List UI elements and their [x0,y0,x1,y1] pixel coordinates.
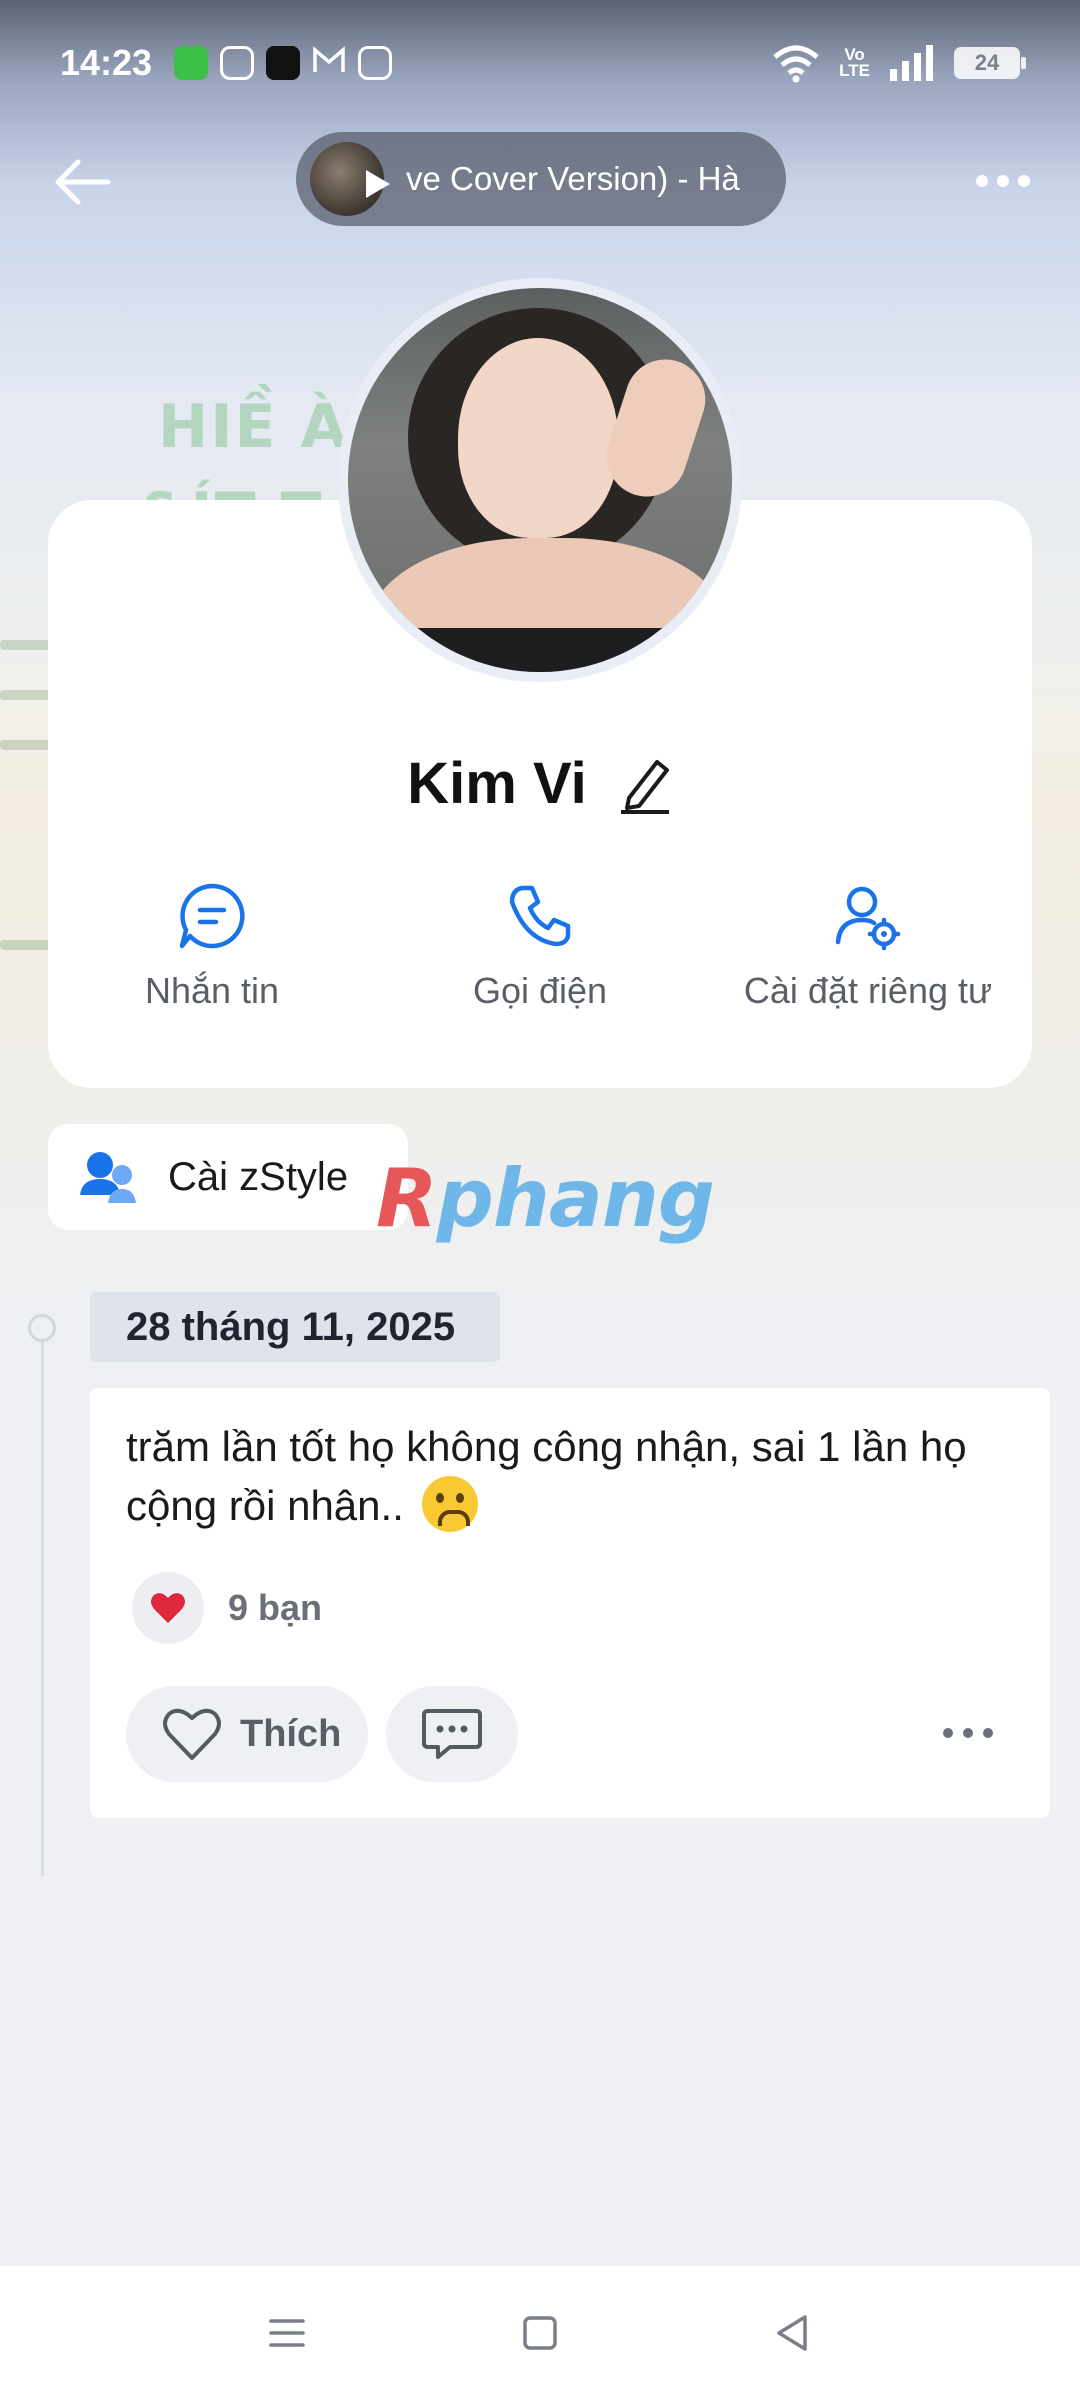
post-date: 28 tháng 11, 2025 [90,1292,500,1362]
reaction-count: 9 bạn [228,1587,323,1628]
comment-button[interactable] [386,1686,518,1782]
profile-actions: Nhắn tin Gọi điện Cài đặt riêng tư [48,880,1032,1012]
watermark-logo: Rphang [376,1152,715,1245]
music-thumbnail [310,142,390,216]
phone-icon [509,885,571,947]
status-bar: 14:23 Vo LTE 24 [0,0,1080,125]
post-text: trăm lần tốt họ không công nhận, sai 1 l… [126,1418,1006,1535]
comment-icon [422,1709,482,1759]
message-icon [179,883,245,949]
signal-icon [890,44,933,81]
profile-name-row: Kim Vi [0,750,1080,817]
privacy-settings-button[interactable]: Cài đặt riêng tư [704,880,1032,1012]
call-button[interactable]: Gọi điện [376,880,704,1012]
message-button[interactable]: Nhắn tin [48,880,376,1012]
wifi-icon [773,45,819,82]
instagram-icon [220,45,255,80]
more-options-icon[interactable] [972,156,1034,206]
video-icon [358,45,393,80]
like-button[interactable]: Thích [126,1686,368,1782]
messages-icon [174,45,209,80]
reaction-summary[interactable]: 9 bạn [132,1572,322,1644]
gmail-icon [312,45,346,80]
back-nav-icon[interactable] [769,2309,817,2357]
top-nav: ve Cover Version) - Hà [0,130,1080,230]
sad-emoji-icon [421,1476,478,1532]
status-indicators: Vo LTE 24 [771,43,1026,83]
volte-indicator: Vo LTE [839,44,870,80]
battery-indicator: 24 [954,46,1026,79]
avatar[interactable] [338,278,742,682]
system-nav-bar [0,2266,1080,2400]
play-icon[interactable] [366,170,390,198]
profile-name: Kim Vi [407,751,587,816]
status-app-icons [174,45,393,80]
back-arrow-icon[interactable] [50,150,114,214]
message-label: Nhắn tin [144,970,280,1011]
heart-outline-icon [163,1708,221,1760]
edit-name-icon[interactable] [617,754,673,814]
heart-reaction-icon [132,1572,204,1644]
post-more-icon[interactable] [940,1718,996,1748]
menu-icon[interactable] [263,2309,311,2357]
post-card[interactable]: trăm lần tốt họ không công nhận, sai 1 l… [90,1388,1050,1818]
profile-music-player[interactable]: ve Cover Version) - Hà [296,132,786,226]
timeline-dot [28,1314,56,1342]
like-label: Thích [240,1712,342,1755]
status-time: 14:23 [60,41,153,83]
user-settings-icon [835,886,901,951]
zstyle-button[interactable]: Cài zStyle [48,1124,408,1230]
timeline-line [41,1318,44,1876]
tiktok-icon [266,45,301,80]
privacy-settings-label: Cài đặt riêng tư [743,970,993,1011]
zstyle-icon [80,1152,136,1203]
music-title: ve Cover Version) - Hà [406,160,740,197]
home-icon[interactable] [516,2309,564,2357]
zstyle-label: Cài zStyle [168,1154,349,1199]
call-label: Gọi điện [472,970,608,1011]
